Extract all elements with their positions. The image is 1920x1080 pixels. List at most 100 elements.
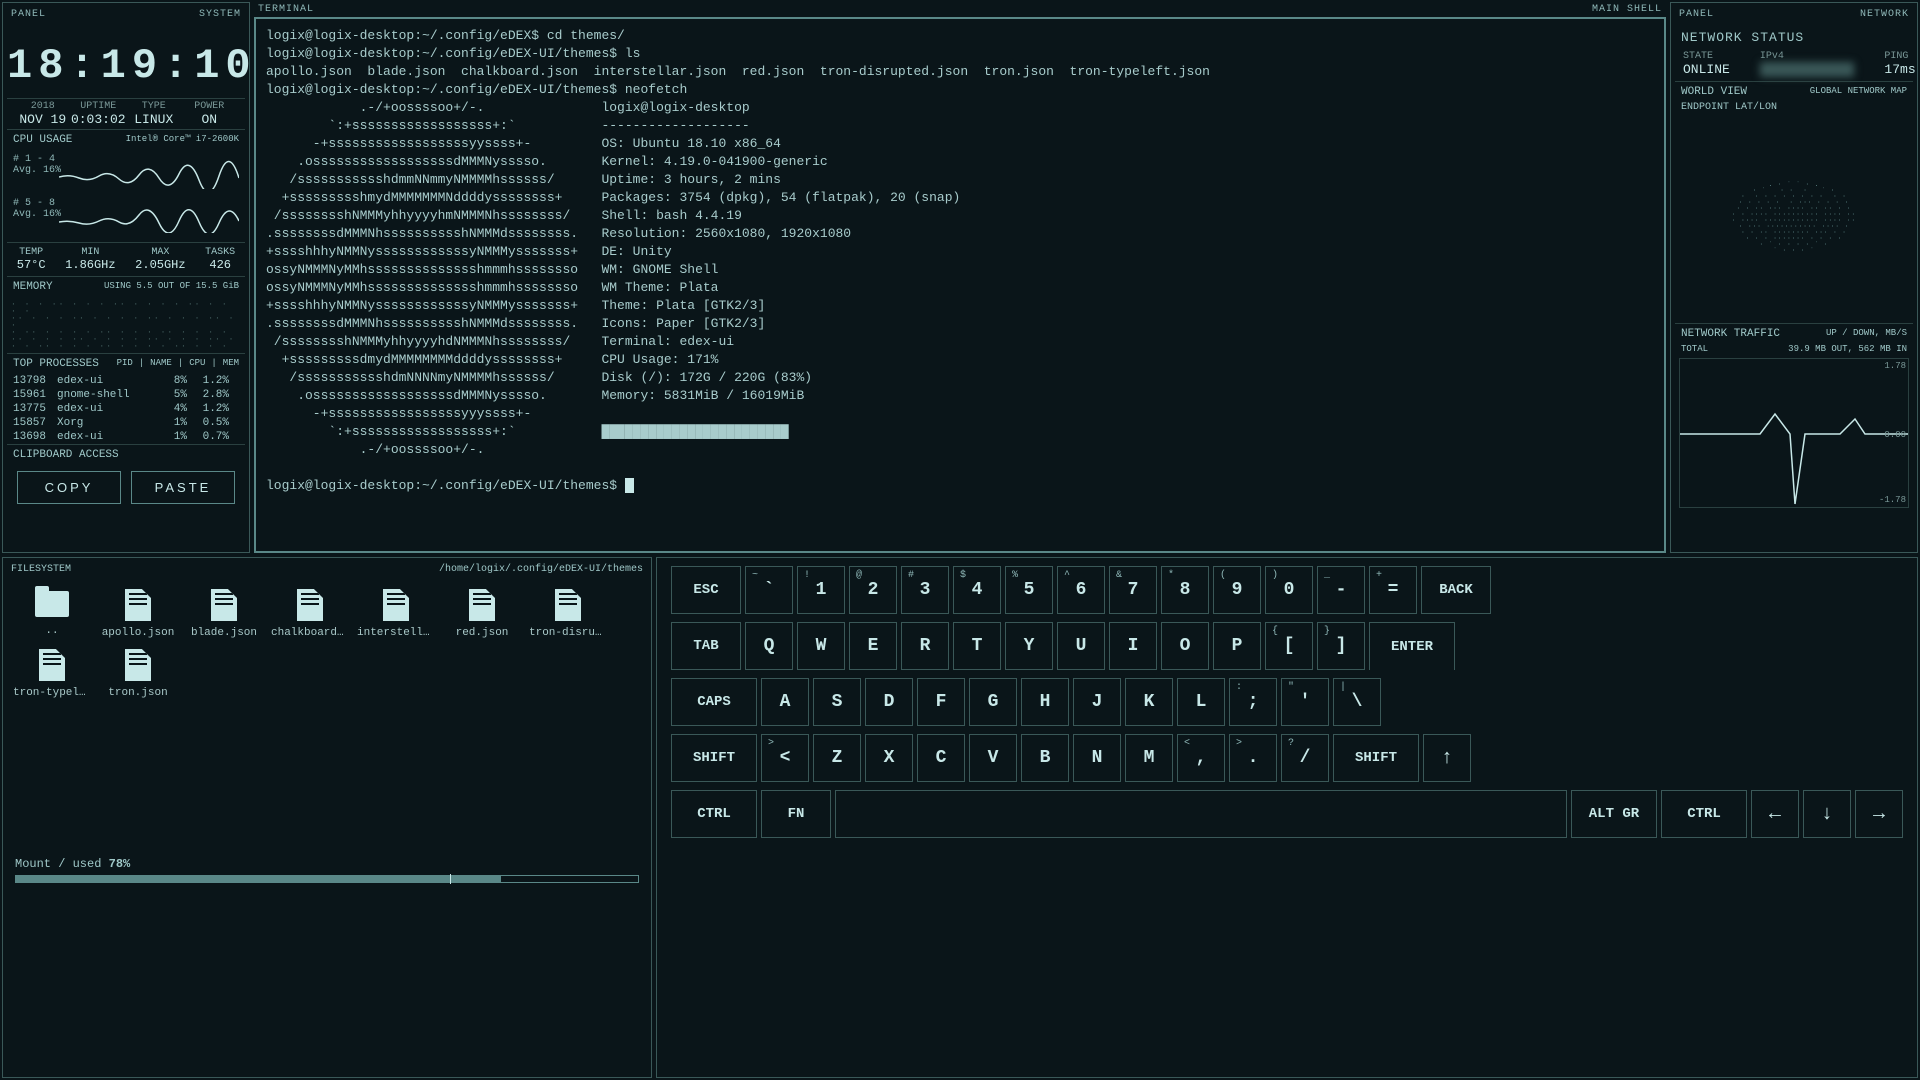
key-`[interactable]: ~` xyxy=(745,566,793,614)
key-←[interactable]: ← xyxy=(1751,790,1799,838)
file-icon xyxy=(125,589,151,621)
key-↓[interactable]: ↓ xyxy=(1803,790,1851,838)
file-item[interactable]: tron-typeleft.... xyxy=(13,647,91,699)
paste-button[interactable]: PASTE xyxy=(131,471,235,504)
key-q[interactable]: Q xyxy=(745,622,793,670)
scale-mid: 0.00 xyxy=(1884,430,1906,440)
key-i[interactable]: I xyxy=(1109,622,1157,670)
key-a[interactable]: A xyxy=(761,678,809,726)
file-item[interactable]: tron.json xyxy=(99,647,177,699)
key-l[interactable]: L xyxy=(1177,678,1225,726)
folder-icon xyxy=(35,591,69,617)
key-'[interactable]: "' xyxy=(1281,678,1329,726)
file-name: apollo.json xyxy=(99,627,177,639)
key-↑[interactable]: ↑ xyxy=(1423,734,1471,782)
key-alt gr[interactable]: ALT GR xyxy=(1571,790,1657,838)
globe-icon: . · ˙ ˙ · . · ˙ · · · ˙ · · · · · · · · … xyxy=(1723,182,1866,254)
key-o[interactable]: O xyxy=(1161,622,1209,670)
key-<[interactable]: >< xyxy=(761,734,809,782)
key-w[interactable]: W xyxy=(797,622,845,670)
clipboard-title: CLIPBOARD ACCESS xyxy=(13,449,119,461)
key-8[interactable]: *8 xyxy=(1161,566,1209,614)
key-v[interactable]: V xyxy=(969,734,1017,782)
key-][interactable]: }] xyxy=(1317,622,1365,670)
terminal[interactable]: logix@logix-desktop:~/.config/eDEX$ cd t… xyxy=(254,17,1666,553)
key-back[interactable]: BACK xyxy=(1421,566,1491,614)
file-item[interactable]: interstellar.js... xyxy=(357,587,435,639)
key-ctrl[interactable]: CTRL xyxy=(671,790,757,838)
key-;[interactable]: :; xyxy=(1229,678,1277,726)
virtual-keyboard: ESC~`!1@2#3$4%5^6&7*8(9)0_-+=BACKTABQWER… xyxy=(656,557,1918,1078)
file-item[interactable]: tron-disrupte... xyxy=(529,587,607,639)
key-space[interactable] xyxy=(835,790,1567,838)
key-m[interactable]: M xyxy=(1125,734,1173,782)
key-e[interactable]: E xyxy=(849,622,897,670)
key-g[interactable]: G xyxy=(969,678,1017,726)
key-6[interactable]: ^6 xyxy=(1057,566,1105,614)
process-row: 15961gnome-shell5%2.8% xyxy=(13,388,239,402)
key-r[interactable]: R xyxy=(901,622,949,670)
type-label: TYPE xyxy=(126,101,182,112)
key-→[interactable]: → xyxy=(1855,790,1903,838)
key-j[interactable]: J xyxy=(1073,678,1121,726)
key-d[interactable]: D xyxy=(865,678,913,726)
key-t[interactable]: T xyxy=(953,622,1001,670)
system-label: SYSTEM xyxy=(199,9,241,20)
key-fn[interactable]: FN xyxy=(761,790,831,838)
traffic-sub: UP / DOWN, MB/S xyxy=(1826,328,1907,340)
key-3[interactable]: #3 xyxy=(901,566,949,614)
key-h[interactable]: H xyxy=(1021,678,1069,726)
network-label: NETWORK xyxy=(1860,9,1909,20)
key-=[interactable]: += xyxy=(1369,566,1417,614)
memory-chart: · · · ·· · · · ·· · · · · ·· · · · ··· ·… xyxy=(11,301,241,349)
date: NOV 19 xyxy=(15,112,71,127)
col-name: NAME xyxy=(150,358,172,370)
key-2[interactable]: @2 xyxy=(849,566,897,614)
key-,[interactable]: <, xyxy=(1177,734,1225,782)
key-esc[interactable]: ESC xyxy=(671,566,741,614)
key-p[interactable]: P xyxy=(1213,622,1261,670)
key-5[interactable]: %5 xyxy=(1005,566,1053,614)
key-u[interactable]: U xyxy=(1057,622,1105,670)
filesystem-panel: FILESYSTEM /home/logix/.config/eDEX-UI/t… xyxy=(2,557,652,1078)
key-4[interactable]: $4 xyxy=(953,566,1001,614)
copy-button[interactable]: COPY xyxy=(17,471,121,504)
key-y[interactable]: Y xyxy=(1005,622,1053,670)
key--[interactable]: _- xyxy=(1317,566,1365,614)
key-z[interactable]: Z xyxy=(813,734,861,782)
key-shift[interactable]: SHIFT xyxy=(1333,734,1419,782)
key-f[interactable]: F xyxy=(917,678,965,726)
file-item[interactable]: blade.json xyxy=(185,587,263,639)
endpoint-label: ENDPOINT LAT/LON xyxy=(1675,102,1913,113)
key-\[interactable]: |\ xyxy=(1333,678,1381,726)
col-mem: MEM xyxy=(223,358,239,370)
key-[[interactable]: {[ xyxy=(1265,622,1313,670)
file-item[interactable]: apollo.json xyxy=(99,587,177,639)
key-k[interactable]: K xyxy=(1125,678,1173,726)
key-n[interactable]: N xyxy=(1073,734,1121,782)
cpu-chart-2: # 5 - 8 Avg. 16% xyxy=(13,198,239,238)
key-9[interactable]: (9 xyxy=(1213,566,1261,614)
key-1[interactable]: !1 xyxy=(797,566,845,614)
key-enter[interactable]: ENTER xyxy=(1369,622,1455,670)
key-0[interactable]: )0 xyxy=(1265,566,1313,614)
key-7[interactable]: &7 xyxy=(1109,566,1157,614)
key-s[interactable]: S xyxy=(813,678,861,726)
worldview-sub: GLOBAL NETWORK MAP xyxy=(1810,86,1907,98)
key-ctrl[interactable]: CTRL xyxy=(1661,790,1747,838)
key-.[interactable]: >. xyxy=(1229,734,1277,782)
panel-label-r: PANEL xyxy=(1679,9,1714,20)
key-shift[interactable]: SHIFT xyxy=(671,734,757,782)
key-x[interactable]: X xyxy=(865,734,913,782)
key-c[interactable]: C xyxy=(917,734,965,782)
key-tab[interactable]: TAB xyxy=(671,622,741,670)
file-item[interactable]: red.json xyxy=(443,587,521,639)
key-/[interactable]: ?/ xyxy=(1281,734,1329,782)
file-item[interactable]: chalkboard.json xyxy=(271,587,349,639)
folder-item[interactable]: .. xyxy=(13,587,91,639)
total-label: TOTAL xyxy=(1681,344,1708,354)
cpu-temp: 57°C xyxy=(17,258,46,272)
key-b[interactable]: B xyxy=(1021,734,1069,782)
tasks-count: 426 xyxy=(205,258,235,272)
key-caps[interactable]: CAPS xyxy=(671,678,757,726)
